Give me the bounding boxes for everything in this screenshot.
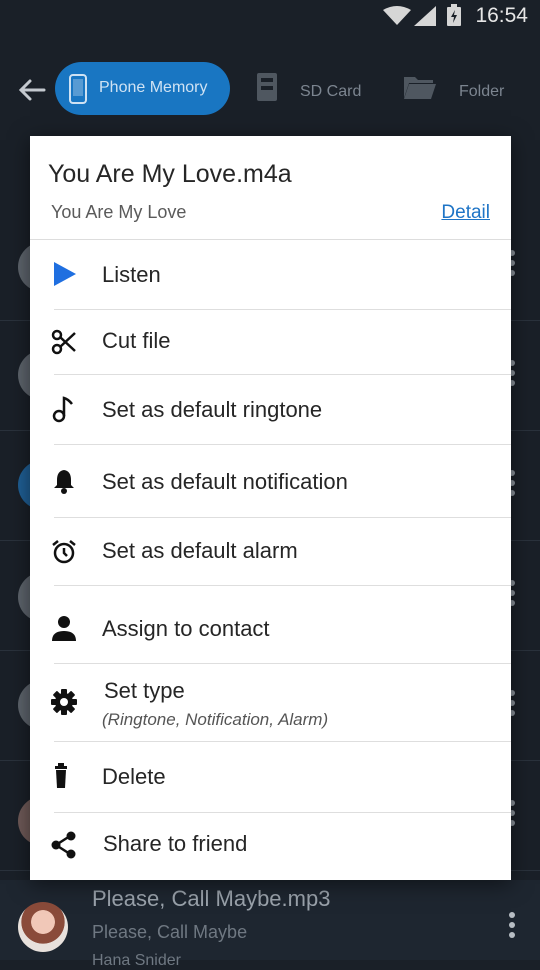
trash-icon	[55, 763, 67, 788]
menu-item-label: Set as default ringtone	[102, 397, 323, 422]
menu-item-label: Set as default alarm	[102, 538, 298, 563]
gear-icon	[51, 689, 77, 715]
song-artist: Hana Snider	[92, 952, 181, 969]
menu-item-set-type[interactable]: Set type (Ringtone, Notification, Alarm)	[30, 664, 511, 742]
menu-item-label: Share to friend	[103, 831, 248, 856]
menu-item-cut-file[interactable]: Cut file	[30, 310, 511, 375]
wifi-icon	[383, 6, 411, 25]
alarm-clock-icon	[52, 540, 76, 564]
menu-item-default-ringtone[interactable]: Set as default ringtone	[30, 375, 511, 445]
battery-icon	[447, 4, 461, 26]
person-icon	[52, 616, 76, 641]
folder-icon	[404, 77, 436, 99]
avatar	[18, 902, 68, 952]
bell-icon	[54, 470, 74, 494]
menu-item-label: Cut file	[102, 328, 171, 353]
music-note-icon	[52, 396, 73, 423]
menu-item-label: Delete	[102, 764, 166, 789]
tab-label: Folder	[459, 83, 505, 100]
menu-item-default-alarm[interactable]: Set as default alarm	[30, 518, 511, 586]
tab-label: SD Card	[300, 83, 362, 100]
menu-item-listen[interactable]: Listen	[30, 240, 511, 310]
sd-card-icon	[257, 73, 277, 101]
status-bar: 16:54	[0, 0, 540, 32]
menu-item-delete[interactable]: Delete	[30, 742, 511, 813]
dialog-title: You Are My Love.m4a	[48, 160, 292, 188]
dialog-subtitle: You Are My Love	[51, 202, 187, 222]
menu-item-label: Assign to contact	[102, 616, 270, 641]
detail-link[interactable]: Detail	[441, 202, 490, 224]
status-time: 16:54	[475, 4, 528, 27]
song-subtitle: Please, Call Maybe	[92, 922, 248, 942]
list-item[interactable]: Please, Call Maybe.mp3 Please, Call Mayb…	[0, 880, 540, 969]
more-options-icon[interactable]	[508, 912, 516, 942]
menu-item-label: Set as default notification	[102, 469, 348, 494]
tab-phone-memory[interactable]: Phone Memory	[55, 62, 230, 115]
storage-tab-bar: Phone Memory SD Card Folder	[0, 52, 540, 126]
back-arrow-icon[interactable]	[14, 72, 50, 108]
file-options-dialog: You Are My Love.m4a You Are My Love Deta…	[30, 136, 511, 880]
phone-icon	[69, 74, 87, 104]
menu-item-default-notification[interactable]: Set as default notification	[30, 445, 511, 518]
play-icon	[54, 262, 76, 286]
tab-sd-card[interactable]: SD Card	[255, 72, 375, 106]
menu-item-hint: (Ringtone, Notification, Alarm)	[102, 710, 329, 729]
tab-label: Phone Memory	[99, 79, 208, 96]
song-title: Please, Call Maybe.mp3	[92, 886, 331, 911]
tab-folder[interactable]: Folder	[403, 72, 513, 106]
signal-icon	[414, 6, 436, 26]
share-icon	[51, 831, 76, 859]
menu-item-label: Set type	[104, 678, 185, 703]
menu-item-share[interactable]: Share to friend	[30, 813, 511, 880]
scissors-icon	[51, 329, 76, 355]
menu-item-label: Listen	[102, 262, 161, 287]
menu-item-assign-contact[interactable]: Assign to contact	[30, 586, 511, 664]
